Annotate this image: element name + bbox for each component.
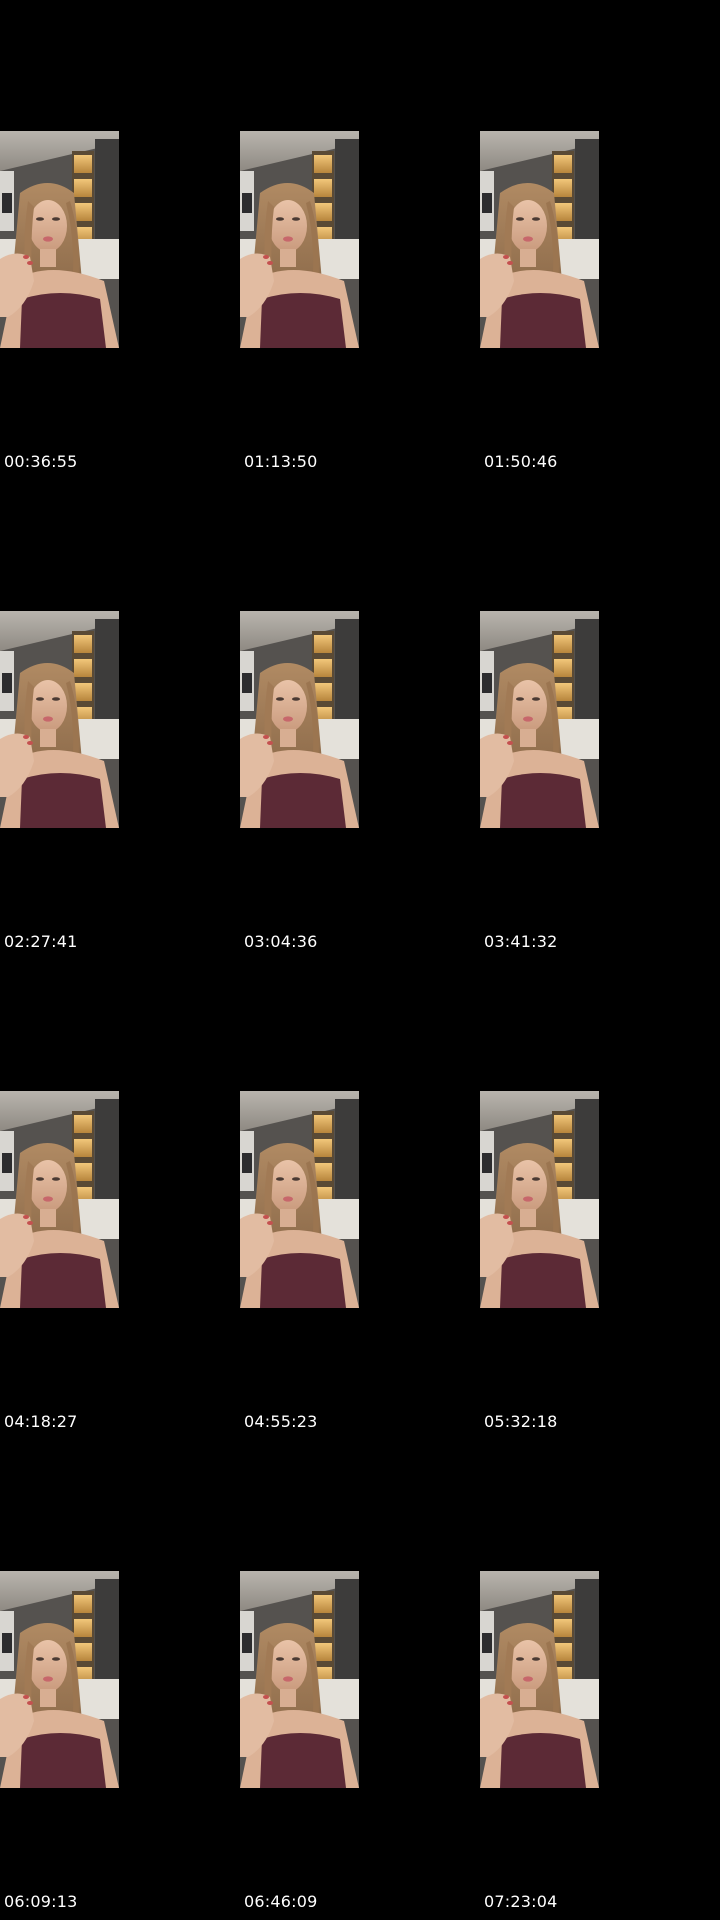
frame-cell[interactable]: 01:50:46 <box>480 0 720 480</box>
frame-cell[interactable]: 05:32:18 <box>480 960 720 1440</box>
frame-cell[interactable]: 04:18:27 <box>0 960 240 1440</box>
frame-timestamp: 06:09:13 <box>4 1892 78 1911</box>
frame-timestamp: 05:32:18 <box>484 1412 558 1431</box>
frame-timestamp: 06:46:09 <box>244 1892 318 1911</box>
frame-timestamp: 01:13:50 <box>244 452 318 471</box>
frame-timestamp: 04:55:23 <box>244 1412 318 1431</box>
video-frame-thumbnail[interactable] <box>0 1091 119 1308</box>
video-frame-thumbnail[interactable] <box>0 611 119 828</box>
frame-timestamp: 03:41:32 <box>484 932 558 951</box>
video-frame-thumbnail[interactable] <box>240 1571 359 1788</box>
frame-cell[interactable]: 01:13:50 <box>240 0 480 480</box>
frame-cell[interactable]: 03:41:32 <box>480 480 720 960</box>
frame-timestamp: 04:18:27 <box>4 1412 78 1431</box>
video-frame-thumbnail[interactable] <box>240 611 359 828</box>
frame-cell[interactable]: 06:46:09 <box>240 1440 480 1920</box>
frame-cell[interactable]: 00:36:55 <box>0 0 240 480</box>
video-frame-thumbnail[interactable] <box>480 1091 599 1308</box>
video-frame-thumbnail[interactable] <box>240 1091 359 1308</box>
frame-timestamp: 07:23:04 <box>484 1892 558 1911</box>
frame-cell[interactable]: 03:04:36 <box>240 480 480 960</box>
frame-timestamp: 01:50:46 <box>484 452 558 471</box>
frame-cell[interactable]: 06:09:13 <box>0 1440 240 1920</box>
frame-timestamp: 02:27:41 <box>4 932 78 951</box>
video-frame-thumbnail[interactable] <box>480 1571 599 1788</box>
video-contact-sheet: 00:36:55 01:13:50 01:50:46 02:27:41 03:0… <box>0 0 720 1920</box>
video-frame-thumbnail[interactable] <box>0 131 119 348</box>
frame-timestamp: 03:04:36 <box>244 932 318 951</box>
frame-cell[interactable]: 02:27:41 <box>0 480 240 960</box>
frame-timestamp: 00:36:55 <box>4 452 78 471</box>
video-frame-thumbnail[interactable] <box>240 131 359 348</box>
video-frame-thumbnail[interactable] <box>480 131 599 348</box>
frame-cell[interactable]: 04:55:23 <box>240 960 480 1440</box>
video-frame-thumbnail[interactable] <box>480 611 599 828</box>
frame-cell[interactable]: 07:23:04 <box>480 1440 720 1920</box>
video-frame-thumbnail[interactable] <box>0 1571 119 1788</box>
